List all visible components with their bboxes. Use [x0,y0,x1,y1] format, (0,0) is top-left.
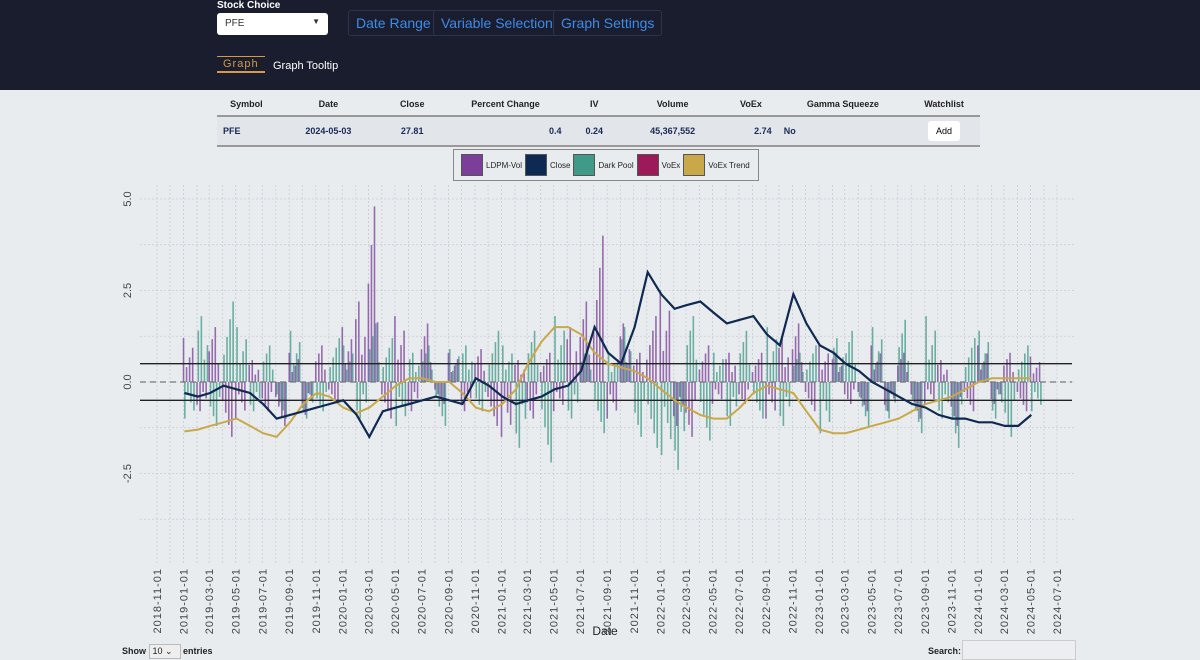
column-header[interactable]: Close [380,92,444,117]
x-tick-label: 2020-01-01 [337,568,349,634]
y-tick-label: 0.0 [122,374,134,389]
x-tick-label: 2019-03-01 [204,568,216,634]
top-header: Stock Choice PFE ▼ Date Range Variable Se… [0,0,1200,90]
x-tick-label: 2021-11-01 [629,568,641,633]
column-header[interactable]: Volume [620,92,725,117]
x-tick-label: 2023-09-01 [920,568,932,634]
x-tick-label: 2022-05-01 [707,568,719,634]
table-cell: 27.81 [380,116,444,147]
y-tick-label: -2.5 [122,464,134,483]
column-header[interactable]: Percent Change [443,92,568,117]
column-header[interactable]: Date [275,92,381,117]
table-cell: 2024-05-03 [275,116,381,147]
legend-swatch [525,154,548,176]
x-tick-label: 2021-05-01 [549,568,561,634]
stock-choice-select[interactable]: PFE ▼ [217,13,328,35]
x-tick-label: 2020-09-01 [443,568,455,634]
x-tick-label: 2019-09-01 [284,568,296,634]
table-cell: 0.24 [567,116,621,147]
variable-selection-button[interactable]: Variable Selection [433,10,561,36]
stock-value: PFE [225,18,245,29]
search-input[interactable] [962,640,1076,660]
table-cell: 45,367,552 [620,116,725,147]
x-tick-label: 2022-07-01 [734,568,746,634]
x-tick-label: 2019-07-01 [257,568,269,634]
summary-table: Symbol Date Close Percent Change IV Volume VoE… [217,92,980,147]
legend-swatch [461,154,483,176]
column-header[interactable]: VoEx [724,92,778,117]
x-tick-label: 2024-01-01 [973,568,985,634]
x-tick-label: 2022-03-01 [681,568,693,634]
column-header[interactable]: Watchlist [908,92,980,117]
x-tick-label: 2024-07-01 [1052,568,1064,634]
legend-swatch [636,154,659,176]
table-cell: 2.74 [724,116,778,147]
tab-graph-tooltip[interactable]: Graph Tooltip [273,60,338,72]
x-tick-label: 2022-11-01 [788,568,800,633]
x-tick-label: 2022-01-01 [655,568,667,634]
x-tick-label: 2024-05-01 [1025,568,1037,634]
table-cell: No [777,116,909,147]
legend-label[interactable]: Close [550,161,570,170]
column-header[interactable]: Gamma Squeeze [777,92,909,117]
x-tick-label: 2020-07-01 [416,568,428,634]
x-tick-label: 2020-03-01 [363,568,375,634]
x-tick-label: 2020-11-01 [470,568,482,633]
table-cell: PFE [217,116,276,147]
show-label: Show [122,646,146,656]
caret-down-icon: ▼ [312,17,320,26]
x-tick-label: 2021-07-01 [575,568,587,634]
date-range-button[interactable]: Date Range [348,10,439,36]
x-tick-label: 2021-03-01 [522,568,534,634]
x-axis-title: Date [592,624,618,638]
x-tick-label: 2021-01-01 [497,568,509,634]
x-tick-label: 2019-11-01 [311,568,323,633]
x-tick-label: 2023-03-01 [840,568,852,634]
legend-label[interactable]: VoEx [662,161,681,170]
legend-label[interactable]: LDPM-Vol [486,161,522,170]
x-tick-label: 2023-01-01 [814,568,826,634]
entries-label: entries [183,646,213,656]
x-tick-label: 2019-01-01 [179,568,191,634]
legend-label[interactable]: Dark Pool [598,161,633,170]
y-tick-label: 2.5 [122,283,134,298]
entries-control: Show 10 ⌄ entries [122,644,213,659]
chart: -2.5 0.0 2.5 5.0 2018-11-01 2019-01-01 2019-03… [122,185,1075,638]
legend-swatch [683,154,706,176]
table-cell: 0.4 [443,116,568,147]
x-tick-label: 2019-05-01 [231,568,243,634]
search-label: Search: [928,646,962,656]
graph-settings-button[interactable]: Graph Settings [553,10,663,36]
x-tick-label: 2020-05-01 [390,568,402,634]
x-tick-label: 2024-03-01 [999,568,1011,634]
stock-choice-label: Stock Choice [217,0,281,11]
add-watchlist-button[interactable]: Add [928,121,961,141]
x-tick-label: 2023-07-01 [893,568,905,634]
y-tick-label: 5.0 [122,191,134,206]
legend-label[interactable]: VoEx Trend [708,161,749,170]
chart-legend: LDPM-Vol Close Dark Pool VoEx VoEx Trend [453,149,759,181]
x-tick-label: 2023-05-01 [866,568,878,634]
tab-graph[interactable]: Graph [217,56,265,73]
x-tick-label: 2018-11-01 [152,568,164,633]
x-tick-label: 2023-11-01 [946,568,958,633]
legend-swatch [573,154,596,176]
column-header[interactable]: IV [567,92,621,117]
entries-select[interactable]: 10 ⌄ [148,644,181,659]
x-tick-label: 2022-09-01 [761,568,773,634]
column-header[interactable]: Symbol [217,92,276,117]
